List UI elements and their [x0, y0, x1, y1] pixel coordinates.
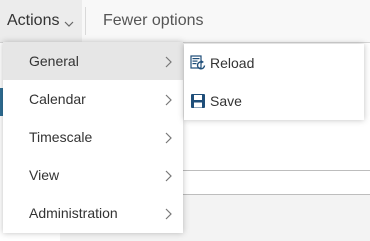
chevron-right-icon	[165, 93, 173, 106]
toolbar-divider	[85, 7, 86, 35]
chevron-down-icon	[64, 16, 74, 27]
menu-item-label: Calendar	[29, 91, 86, 107]
action-toolbar: Actions Fewer options	[0, 0, 370, 43]
actions-button-label: Actions	[7, 12, 60, 29]
menu-item-label: Administration	[29, 205, 118, 221]
general-submenu: Reload Save	[184, 44, 364, 120]
chevron-right-icon	[165, 131, 173, 144]
submenu-item-reload[interactable]: Reload	[184, 44, 364, 82]
menu-item-general[interactable]: General	[3, 42, 183, 80]
menu-item-label: Timescale	[29, 129, 93, 145]
menu-item-view[interactable]: View	[3, 156, 183, 194]
menu-item-calendar[interactable]: Calendar	[3, 80, 183, 118]
fewer-options-label: Fewer options	[103, 12, 204, 29]
fewer-options-button[interactable]: Fewer options	[103, 0, 204, 42]
actions-menu: General Calendar Timescale View Administ…	[3, 42, 183, 233]
menu-item-timescale[interactable]: Timescale	[3, 118, 183, 156]
menu-item-label: View	[29, 167, 60, 183]
reload-icon	[190, 55, 206, 71]
save-icon	[190, 93, 206, 109]
menu-item-label: General	[29, 53, 79, 69]
menu-item-administration[interactable]: Administration	[3, 194, 183, 232]
submenu-item-save[interactable]: Save	[184, 82, 364, 120]
background-divider	[182, 170, 370, 171]
chevron-right-icon	[165, 207, 173, 220]
submenu-item-label: Reload	[210, 55, 255, 71]
actions-button[interactable]: Actions	[0, 0, 82, 42]
chevron-right-icon	[165, 169, 173, 182]
submenu-item-label: Save	[210, 93, 242, 109]
chevron-right-icon	[165, 55, 173, 68]
